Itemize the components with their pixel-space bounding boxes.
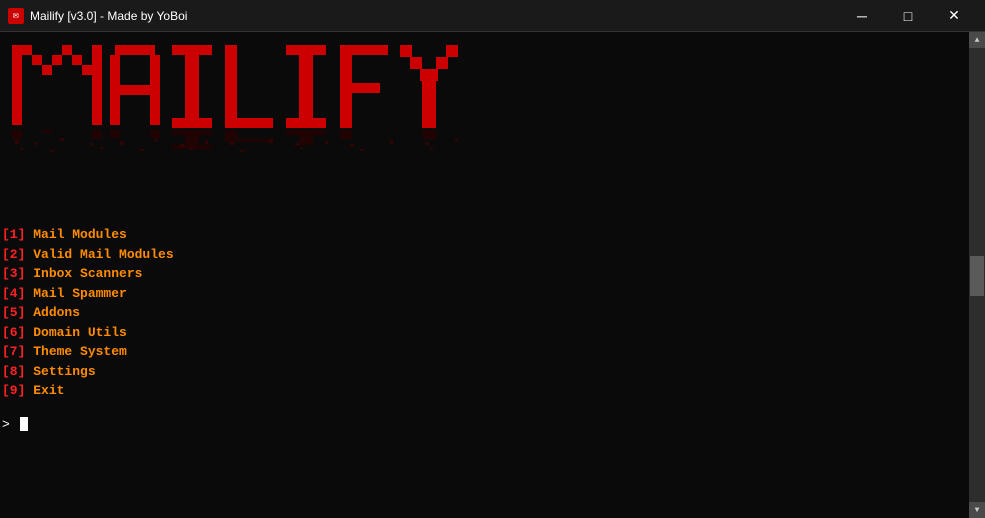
menu-item-1[interactable]: [1] Mail Modules — [2, 225, 969, 245]
title-bar: ✉ Mailify [v3.0] - Made by YoBoi ─ □ ✕ — [0, 0, 985, 32]
scroll-down-arrow[interactable]: ▼ — [969, 502, 985, 518]
menu-item-4[interactable]: [4] Mail Spammer — [2, 284, 969, 304]
menu-item-2[interactable]: [2] Valid Mail Modules — [2, 245, 969, 265]
mailify-logo — [10, 40, 470, 215]
terminal-area: [1] Mail Modules [2] Valid Mail Modules … — [0, 32, 969, 518]
menu-area: [1] Mail Modules [2] Valid Mail Modules … — [0, 217, 969, 401]
prompt-space — [10, 417, 18, 432]
menu-item-6[interactable]: [6] Domain Utils — [2, 323, 969, 343]
menu-item-9[interactable]: [9] Exit — [2, 381, 969, 401]
menu-item-8[interactable]: [8] Settings — [2, 362, 969, 382]
menu-item-7[interactable]: [7] Theme System — [2, 342, 969, 362]
close-button[interactable]: ✕ — [931, 0, 977, 32]
title-bar-controls: ─ □ ✕ — [839, 0, 977, 32]
scrollbar[interactable]: ▲ ▼ — [969, 32, 985, 518]
cursor — [20, 417, 28, 431]
title-bar-left: ✉ Mailify [v3.0] - Made by YoBoi — [8, 8, 187, 24]
prompt-area[interactable]: > — [0, 401, 969, 432]
prompt-char: > — [2, 417, 10, 432]
menu-item-5[interactable]: [5] Addons — [2, 303, 969, 323]
menu-item-3[interactable]: [3] Inbox Scanners — [2, 264, 969, 284]
logo-container — [0, 32, 969, 217]
minimize-button[interactable]: ─ — [839, 0, 885, 32]
app-icon: ✉ — [8, 8, 24, 24]
scroll-up-arrow[interactable]: ▲ — [969, 32, 985, 48]
maximize-button[interactable]: □ — [885, 0, 931, 32]
scrollbar-thumb[interactable] — [970, 256, 984, 296]
title-bar-title: Mailify [v3.0] - Made by YoBoi — [30, 9, 187, 23]
